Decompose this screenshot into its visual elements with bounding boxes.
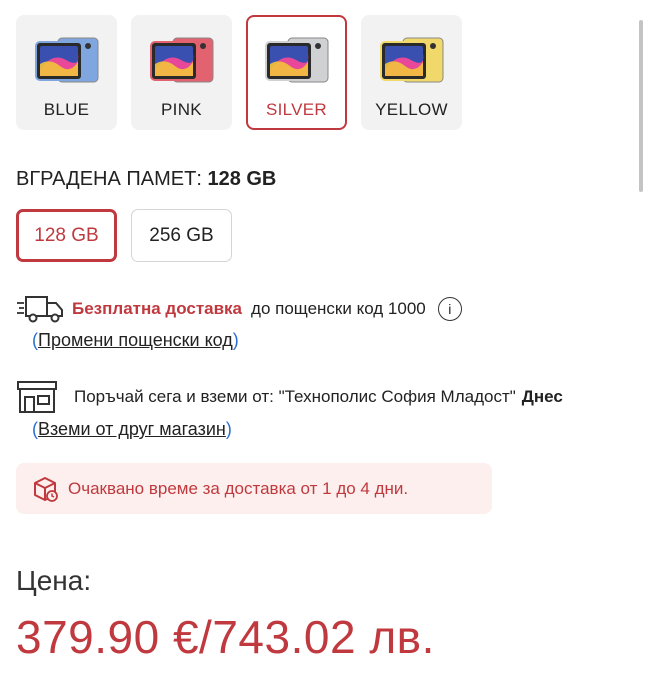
color-label: PINK xyxy=(161,100,202,119)
other-store-link[interactable]: Вземи от друг магазин xyxy=(38,419,226,439)
delivery-time-notice: Очаквано време за доставка от 1 до 4 дни… xyxy=(16,463,492,514)
memory-options: 128 GB 256 GB xyxy=(16,209,232,262)
pickup-row: Поръчай сега и вземи от: "Технополис Соф… xyxy=(16,380,563,414)
color-label: SILVER xyxy=(265,100,327,119)
memory-option-256[interactable]: 256 GB xyxy=(131,209,232,262)
change-postcode-line: (Промени пощенски код) xyxy=(32,330,239,351)
color-options: BLUE PINK SILVER YELLOW xyxy=(16,15,462,130)
info-icon[interactable]: i xyxy=(437,297,462,321)
tablet-icon xyxy=(262,30,332,90)
tablet-icon xyxy=(377,30,447,90)
color-option-silver[interactable]: SILVER xyxy=(246,15,347,130)
memory-heading-value: 128 GB xyxy=(207,168,277,190)
delivery-row: Безплатна доставка до пощенски код 1000 … xyxy=(16,294,462,324)
tablet-icon xyxy=(32,30,102,90)
paren-close: ) xyxy=(232,330,239,350)
change-postcode-link[interactable]: Промени пощенски код xyxy=(38,330,233,350)
memory-heading-label: ВГРАДЕНА ПАМЕТ: xyxy=(16,168,202,190)
other-store-line: (Вземи от друг магазин) xyxy=(32,419,232,440)
pickup-when: Днес xyxy=(521,387,563,406)
paren-close: ) xyxy=(225,419,232,439)
postcode-text: до пощенски код 1000 xyxy=(251,299,426,318)
price-value: 379.90 €/743.02 лв. xyxy=(16,611,435,663)
memory-heading: ВГРАДЕНА ПАМЕТ: 128 GB xyxy=(16,168,276,191)
memory-option-128[interactable]: 128 GB xyxy=(16,209,117,262)
color-label: YELLOW xyxy=(375,100,448,119)
color-label: BLUE xyxy=(43,100,90,119)
color-option-blue[interactable]: BLUE xyxy=(16,15,117,130)
store-icon xyxy=(17,381,57,413)
pickup-text: Поръчай сега и вземи от: "Технополис Соф… xyxy=(74,387,516,406)
tablet-icon xyxy=(147,30,217,90)
box-icon xyxy=(34,476,58,502)
notice-text: Очаквано време за доставка от 1 до 4 дни… xyxy=(68,478,409,498)
price-label: Цена: xyxy=(16,565,92,596)
color-option-pink[interactable]: PINK xyxy=(131,15,232,130)
free-delivery-label: Безплатна доставка xyxy=(72,299,243,318)
scrollbar[interactable] xyxy=(639,20,643,192)
color-option-yellow[interactable]: YELLOW xyxy=(361,15,462,130)
truck-icon xyxy=(17,296,63,323)
